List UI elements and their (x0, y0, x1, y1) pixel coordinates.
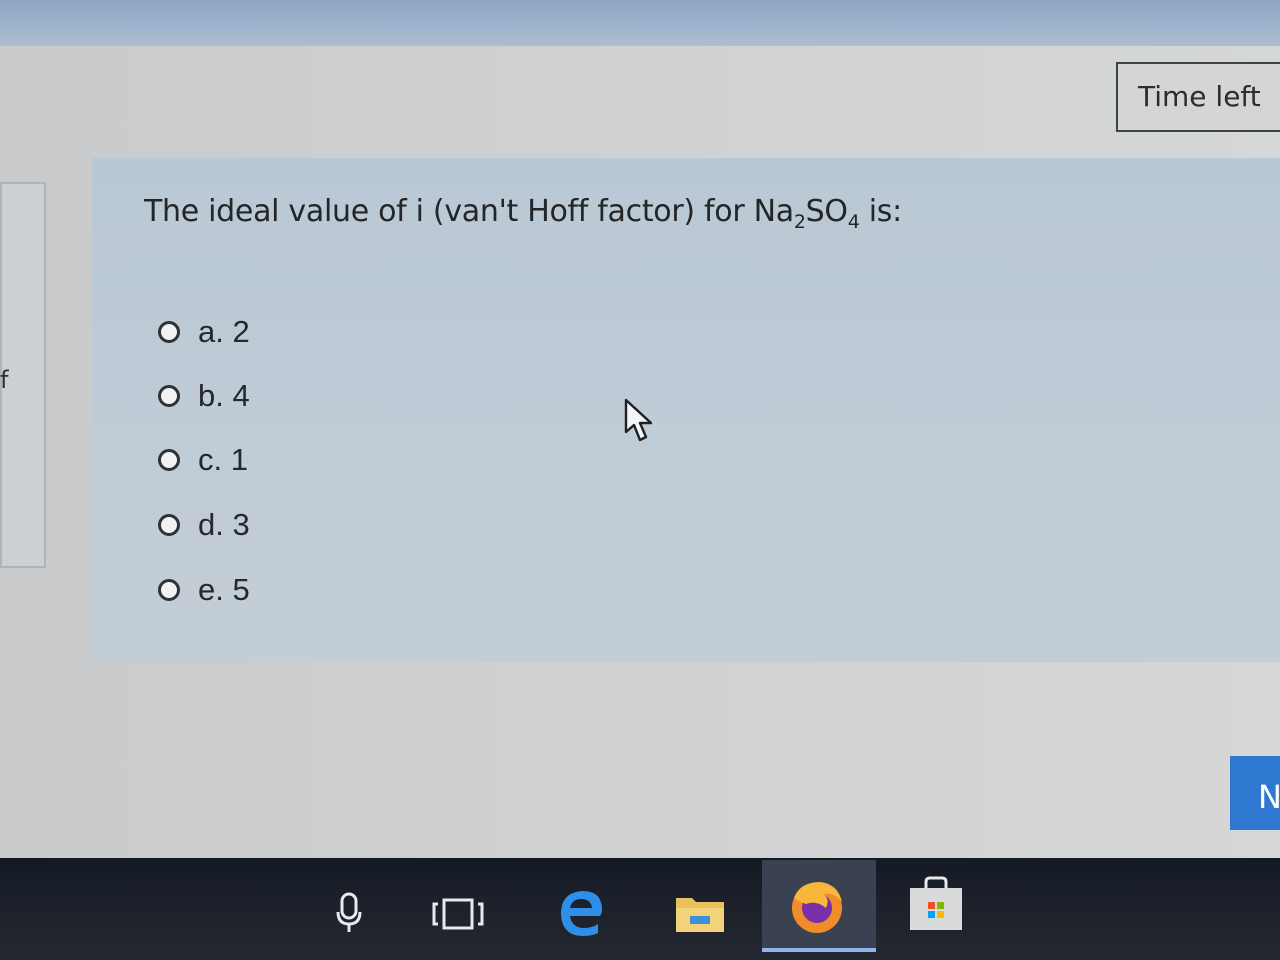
question-text-mid: SO (805, 194, 848, 229)
question-text-prefix: The ideal value of i (van't Hoff factor)… (144, 194, 794, 229)
timer-box: Time left (1116, 62, 1280, 132)
task-view-icon[interactable] (430, 894, 486, 934)
radio-button-a[interactable] (158, 321, 180, 343)
answer-option-a[interactable]: a. 2 (158, 314, 250, 350)
windows-taskbar (0, 858, 1280, 960)
answer-label-a: a. 2 (198, 314, 250, 349)
radio-button-c[interactable] (158, 449, 180, 471)
radio-button-b[interactable] (158, 385, 180, 407)
answer-option-d[interactable]: d. 3 (158, 507, 250, 543)
radio-button-d[interactable] (158, 514, 180, 536)
firefox-icon[interactable] (786, 878, 848, 936)
question-subscript-4: 4 (847, 211, 860, 233)
file-explorer-icon[interactable] (674, 892, 726, 934)
question-text: The ideal value of i (van't Hoff factor)… (144, 194, 902, 233)
radio-button-e[interactable] (158, 579, 180, 601)
answer-label-e: e. 5 (198, 572, 250, 607)
answer-label-b: b. 4 (198, 378, 250, 413)
answer-option-c[interactable]: c. 1 (158, 442, 248, 478)
answer-option-b[interactable]: b. 4 (158, 378, 250, 414)
taskbar-active-indicator (762, 948, 876, 952)
answer-option-e[interactable]: e. 5 (158, 572, 250, 608)
browser-top-band (0, 0, 1280, 46)
store-icon[interactable] (906, 876, 966, 932)
question-card: The ideal value of i (van't Hoff factor)… (92, 158, 1280, 662)
next-page-button[interactable]: N (1230, 756, 1280, 830)
microphone-icon[interactable] (334, 890, 364, 936)
navigation-partial-letter: f (0, 366, 9, 394)
question-subscript-2: 2 (793, 211, 806, 233)
timer-label: Time left (1138, 80, 1261, 113)
question-text-suffix: is: (859, 194, 902, 229)
edge-icon[interactable] (556, 886, 608, 938)
answer-label-c: c. 1 (198, 442, 248, 477)
mouse-cursor-icon (624, 398, 653, 442)
answer-label-d: d. 3 (198, 507, 250, 542)
